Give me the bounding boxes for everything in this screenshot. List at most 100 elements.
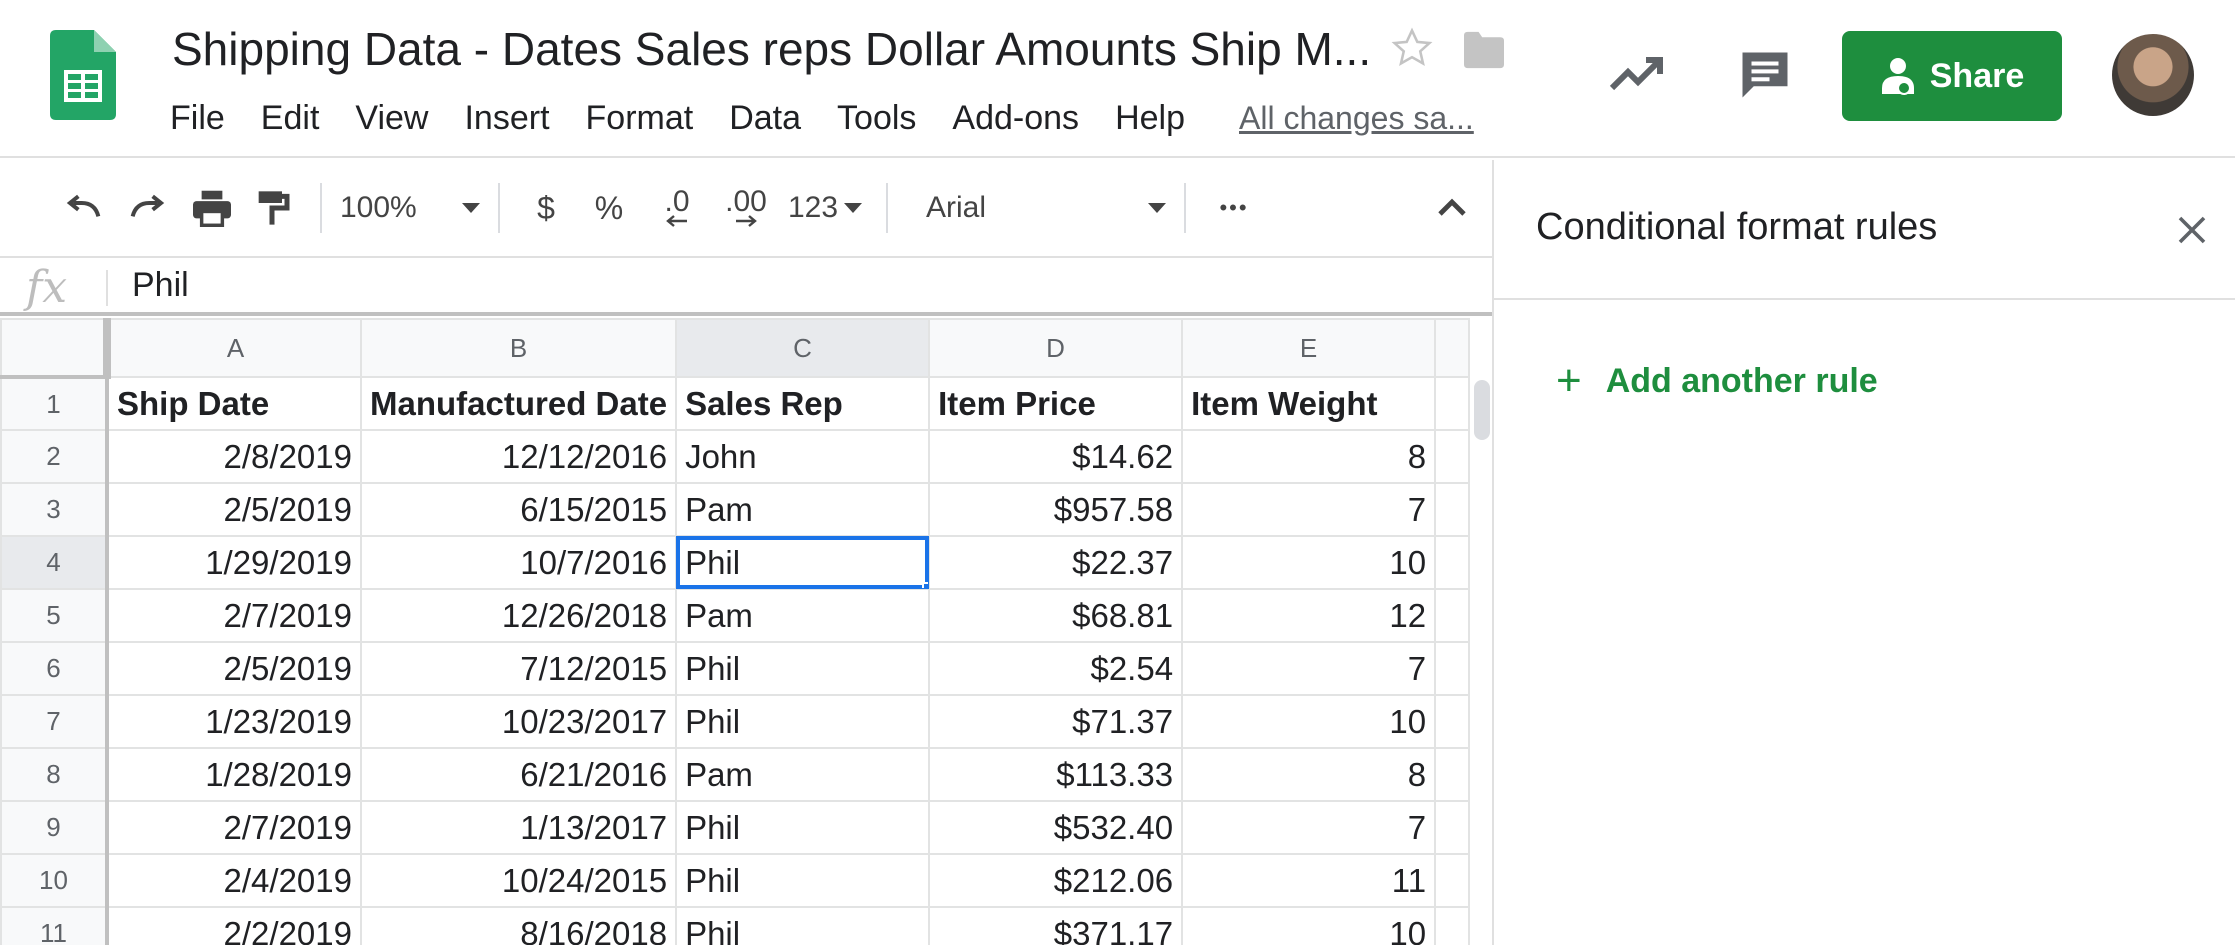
cell[interactable]: Item Price: [928, 376, 1184, 431]
column-header-e[interactable]: E: [1181, 318, 1437, 378]
menu-addons[interactable]: Add-ons: [952, 99, 1079, 138]
more-formats-select[interactable]: 123: [782, 178, 868, 238]
cell[interactable]: 12/12/2016: [359, 429, 678, 484]
redo-icon[interactable]: [110, 178, 182, 238]
add-rule-button[interactable]: + Add another rule: [1556, 356, 1878, 406]
cell[interactable]: 2/2/2019: [106, 906, 362, 945]
cell[interactable]: 7: [1181, 641, 1437, 696]
decrease-decimal-button[interactable]: .0: [644, 178, 710, 238]
vertical-scrollbar[interactable]: [1468, 318, 1492, 945]
cell[interactable]: 11: [1181, 853, 1437, 908]
cell[interactable]: 1/29/2019: [106, 535, 362, 590]
cell[interactable]: 1/13/2017: [359, 800, 678, 855]
scrollbar-thumb[interactable]: [1474, 380, 1490, 440]
menu-help[interactable]: Help: [1115, 99, 1185, 138]
cell[interactable]: 2/5/2019: [106, 641, 362, 696]
cell[interactable]: 12: [1181, 588, 1437, 643]
cell[interactable]: 8/16/2018: [359, 906, 678, 945]
row-header[interactable]: 3: [0, 482, 109, 537]
cell[interactable]: $68.81: [928, 588, 1184, 643]
cell[interactable]: $22.37: [928, 535, 1184, 590]
cell[interactable]: Pam: [675, 588, 931, 643]
cell[interactable]: $2.54: [928, 641, 1184, 696]
cell[interactable]: 2/7/2019: [106, 800, 362, 855]
cell[interactable]: 12/26/2018: [359, 588, 678, 643]
cell[interactable]: 6/15/2015: [359, 482, 678, 537]
row-header[interactable]: 7: [0, 694, 109, 749]
menu-edit[interactable]: Edit: [261, 99, 320, 138]
print-icon[interactable]: [182, 178, 242, 238]
cell[interactable]: 8: [1181, 429, 1437, 484]
cell[interactable]: 7: [1181, 800, 1437, 855]
cell[interactable]: Manufactured Date: [359, 376, 678, 431]
column-header-d[interactable]: D: [928, 318, 1184, 378]
column-header-c[interactable]: C: [675, 318, 931, 378]
cell[interactable]: 10: [1181, 535, 1437, 590]
select-all-corner[interactable]: [0, 318, 111, 379]
cell[interactable]: Pam: [675, 482, 931, 537]
menu-tools[interactable]: Tools: [837, 99, 916, 138]
menu-format[interactable]: Format: [586, 99, 694, 138]
user-avatar[interactable]: [2112, 34, 2194, 116]
cell[interactable]: John: [675, 429, 931, 484]
formula-input[interactable]: Phil: [132, 266, 189, 305]
cell[interactable]: 7/12/2015: [359, 641, 678, 696]
folder-icon[interactable]: [1462, 30, 1506, 70]
selected-cell[interactable]: Phil: [675, 535, 931, 590]
cell[interactable]: 10: [1181, 906, 1437, 945]
currency-format-button[interactable]: $: [518, 178, 574, 238]
menu-view[interactable]: View: [355, 99, 428, 138]
cell[interactable]: $113.33: [928, 747, 1184, 802]
cell[interactable]: Phil: [675, 694, 931, 749]
cell[interactable]: Phil: [675, 800, 931, 855]
zoom-select[interactable]: 100%: [340, 178, 480, 238]
row-header[interactable]: 1: [0, 376, 109, 431]
cell[interactable]: $212.06: [928, 853, 1184, 908]
close-icon[interactable]: [2174, 212, 2210, 248]
cell[interactable]: 2/8/2019: [106, 429, 362, 484]
cell[interactable]: 2/4/2019: [106, 853, 362, 908]
sheets-logo-icon[interactable]: [50, 30, 116, 120]
paint-format-icon[interactable]: [242, 178, 302, 238]
cell[interactable]: Phil: [675, 641, 931, 696]
cell[interactable]: Ship Date: [106, 376, 362, 431]
cell[interactable]: 10/7/2016: [359, 535, 678, 590]
menu-insert[interactable]: Insert: [464, 99, 549, 138]
cell[interactable]: $532.40: [928, 800, 1184, 855]
row-header[interactable]: 4: [0, 535, 109, 590]
cell[interactable]: $957.58: [928, 482, 1184, 537]
cell[interactable]: 1/28/2019: [106, 747, 362, 802]
row-header[interactable]: 10: [0, 853, 109, 908]
cell[interactable]: 2/7/2019: [106, 588, 362, 643]
save-status-link[interactable]: All changes sa...: [1239, 100, 1474, 137]
font-family-select[interactable]: Arial: [906, 178, 1166, 238]
cell[interactable]: 10/23/2017: [359, 694, 678, 749]
cell[interactable]: Phil: [675, 853, 931, 908]
star-icon[interactable]: [1390, 26, 1434, 70]
cell[interactable]: $14.62: [928, 429, 1184, 484]
cell[interactable]: 6/21/2016: [359, 747, 678, 802]
share-button[interactable]: Share: [1842, 31, 2062, 121]
comments-icon[interactable]: [1738, 48, 1792, 102]
cell[interactable]: 7: [1181, 482, 1437, 537]
menu-file[interactable]: File: [170, 99, 225, 138]
row-header[interactable]: 2: [0, 429, 109, 484]
cell[interactable]: Phil: [675, 906, 931, 945]
row-header[interactable]: 9: [0, 800, 109, 855]
cell[interactable]: $371.17: [928, 906, 1184, 945]
row-header[interactable]: 8: [0, 747, 109, 802]
cell[interactable]: 10: [1181, 694, 1437, 749]
collapse-toolbar-icon[interactable]: [1422, 178, 1482, 238]
cell[interactable]: Sales Rep: [675, 376, 931, 431]
column-header-a[interactable]: A: [106, 318, 362, 378]
row-header[interactable]: 6: [0, 641, 109, 696]
cell[interactable]: 1/23/2019: [106, 694, 362, 749]
undo-icon[interactable]: [60, 178, 110, 238]
menu-data[interactable]: Data: [729, 99, 801, 138]
cell[interactable]: 8: [1181, 747, 1437, 802]
cell[interactable]: 10/24/2015: [359, 853, 678, 908]
cell[interactable]: Item Weight: [1181, 376, 1437, 431]
fill-handle[interactable]: [922, 582, 928, 587]
cell[interactable]: $71.37: [928, 694, 1184, 749]
column-header-b[interactable]: B: [359, 318, 678, 378]
